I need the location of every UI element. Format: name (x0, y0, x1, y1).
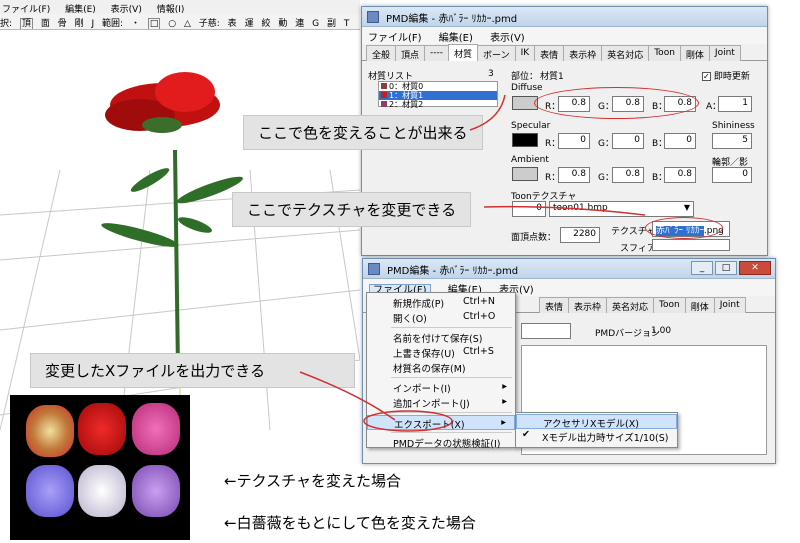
thumb-white (78, 465, 126, 517)
thumb-textured-gold (26, 405, 74, 457)
thumb-pink (132, 403, 180, 455)
thumb-purple (132, 465, 180, 517)
caption-texture-case: ←テクスチャを変えた場合 (224, 472, 401, 490)
caption-white-rose-case: ←白薔薇をもとにして色を変えた場合 (224, 514, 476, 532)
thumb-blue (26, 465, 74, 517)
rose-thumbnails (10, 395, 190, 540)
thumb-red (78, 403, 126, 455)
